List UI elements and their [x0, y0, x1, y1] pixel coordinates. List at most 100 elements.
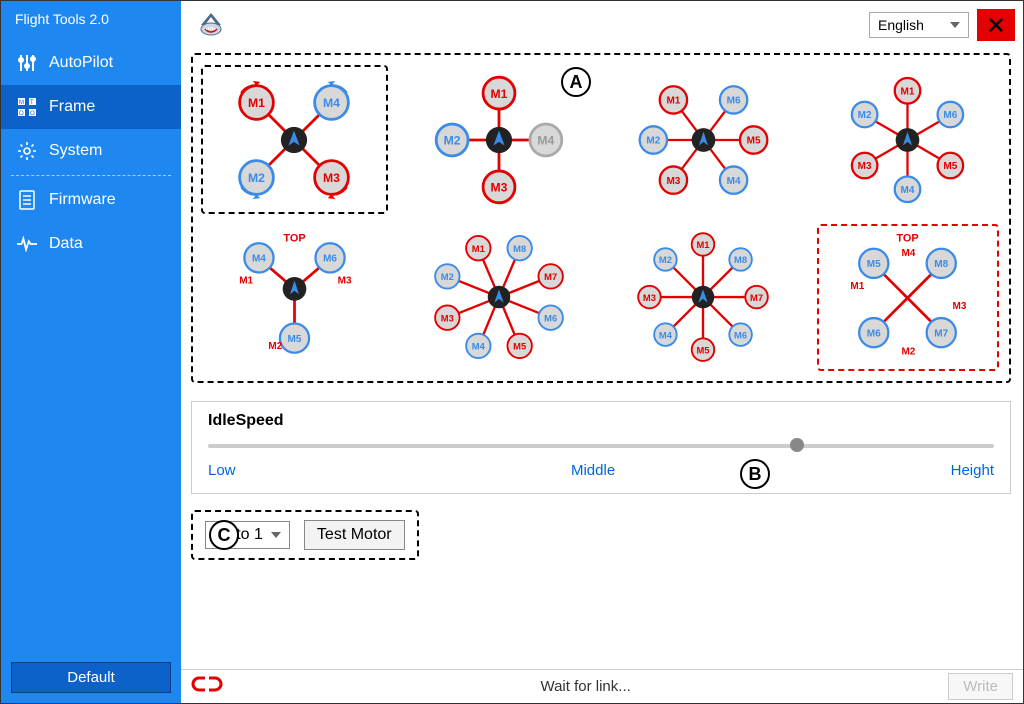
shark-logo-icon — [193, 11, 229, 39]
svg-text:M1: M1 — [472, 243, 485, 254]
sidebar-item-label: Firmware — [49, 191, 116, 209]
gear-icon — [17, 141, 37, 161]
svg-text:M6: M6 — [323, 253, 337, 264]
chevron-down-icon — [950, 22, 960, 28]
svg-text:O: O — [30, 111, 35, 116]
close-icon — [987, 16, 1005, 34]
sidebar-item-data[interactable]: Data — [1, 222, 181, 266]
octo-plus-icon: M1 M2 M8 M3 M7 M4 M6 M5 — [623, 220, 783, 375]
language-value: English — [878, 17, 924, 33]
test-motor-button[interactable]: Test Motor — [304, 520, 405, 550]
idle-high-label: Height — [951, 462, 994, 479]
frame-hex-plus[interactable]: M1 M2 M6 M3 M5 M4 — [813, 63, 1004, 216]
nav-divider — [11, 175, 171, 176]
idle-speed-panel: IdleSpeed Low Middle Height B — [191, 401, 1011, 494]
svg-text:M3: M3 — [490, 180, 507, 194]
svg-text:M4: M4 — [537, 133, 554, 147]
sidebar-item-system[interactable]: System — [1, 129, 181, 173]
language-select[interactable]: English — [869, 12, 969, 38]
svg-text:M8: M8 — [734, 254, 747, 265]
y6-icon: TOP M4 M6 M1 M3 M5 M2 — [217, 223, 372, 373]
svg-text:M3: M3 — [441, 312, 454, 323]
frame-hex-x[interactable]: M1 M6 M2 M5 M3 M4 — [608, 63, 799, 216]
frame-x8[interactable]: TOP M5 M8 M1M4M3 M6 M7 M2 — [813, 220, 1004, 375]
svg-text:M5: M5 — [287, 333, 301, 344]
sidebar-item-frame[interactable]: MTOO Frame — [1, 85, 181, 129]
status-text: Wait for link... — [233, 678, 938, 695]
idle-low-label: Low — [208, 462, 236, 479]
svg-text:M7: M7 — [544, 271, 557, 282]
sidebar-item-label: AutoPilot — [49, 54, 113, 72]
slider-thumb[interactable] — [790, 438, 804, 452]
svg-text:M1: M1 — [239, 275, 253, 286]
svg-text:T: T — [30, 100, 34, 106]
quad-plus-icon: M1 M2 M4 M3 — [424, 65, 574, 215]
svg-text:M5: M5 — [697, 344, 710, 355]
write-button[interactable]: Write — [948, 673, 1013, 700]
link-icon — [191, 674, 223, 699]
chevron-down-icon — [271, 532, 281, 538]
motor-test-box: Moto 1 Test Motor C — [191, 510, 419, 560]
svg-text:M1: M1 — [901, 86, 915, 97]
svg-text:M4: M4 — [472, 341, 486, 352]
marker-b: B — [740, 459, 770, 489]
idle-slider[interactable] — [208, 442, 994, 450]
idle-title: IdleSpeed — [208, 412, 994, 430]
hex-x-icon: M1 M6 M2 M5 M3 M4 — [626, 65, 781, 215]
pulse-icon — [17, 234, 37, 254]
header: English — [181, 1, 1023, 49]
sidebar: Flight Tools 2.0 AutoPilot MTOO Frame Sy… — [1, 1, 181, 703]
frame-quad-x[interactable]: M1 M4 M2 M3 — [199, 63, 390, 216]
sidebar-item-firmware[interactable]: Firmware — [1, 178, 181, 222]
sliders-icon — [17, 53, 37, 73]
idle-middle-label: Middle — [571, 462, 615, 479]
frame-octo-x[interactable]: M1 M8 M2 M7 M3 M6 M4 M5 — [404, 220, 595, 375]
svg-text:M2: M2 — [441, 271, 454, 282]
svg-text:M2: M2 — [443, 133, 460, 147]
svg-text:M6: M6 — [944, 110, 958, 121]
svg-text:M: M — [19, 100, 24, 106]
svg-text:M1: M1 — [666, 95, 680, 106]
svg-text:M3: M3 — [643, 292, 656, 303]
frame-octo-plus[interactable]: M1 M2 M8 M3 M7 M4 M6 M5 — [608, 220, 799, 375]
frame-quad-plus[interactable]: M1 M2 M4 M3 — [404, 63, 595, 216]
app-title: Flight Tools 2.0 — [1, 1, 181, 41]
main-area: 的参数控制飞行器 (分别控制飞行器的 (在飞行器不抖动的 度, 数值越大姿态 度… — [181, 1, 1023, 703]
marker-c: C — [209, 520, 239, 550]
svg-text:M2: M2 — [268, 341, 282, 352]
svg-text:M5: M5 — [746, 135, 760, 146]
hex-plus-icon: M1 M2 M6 M3 M5 M4 — [830, 65, 985, 215]
svg-text:M6: M6 — [734, 329, 747, 340]
svg-text:M4: M4 — [252, 253, 266, 264]
svg-text:TOP: TOP — [283, 232, 305, 244]
svg-text:M3: M3 — [858, 161, 872, 172]
default-button[interactable]: Default — [11, 662, 171, 693]
sidebar-item-label: Frame — [49, 98, 95, 116]
svg-text:M4: M4 — [901, 184, 915, 195]
svg-text:M3: M3 — [666, 175, 680, 186]
frame-y6[interactable]: TOP M4 M6 M1 M3 M5 M2 — [199, 220, 390, 375]
svg-text:M4: M4 — [659, 329, 673, 340]
svg-text:M7: M7 — [750, 292, 763, 303]
svg-text:M5: M5 — [513, 341, 526, 352]
svg-text:M1: M1 — [490, 86, 507, 100]
svg-text:M3: M3 — [337, 275, 351, 286]
svg-text:O: O — [19, 111, 24, 116]
svg-text:M6: M6 — [726, 95, 740, 106]
sidebar-item-autopilot[interactable]: AutoPilot — [1, 41, 181, 85]
sidebar-item-label: Data — [49, 235, 83, 253]
octo-x-icon: M1 M8 M2 M7 M3 M6 M4 M5 — [419, 220, 579, 375]
sidebar-item-label: System — [49, 142, 102, 160]
frame-selection-box: M1 M4 M2 M3 M1 — [191, 53, 1011, 383]
svg-text:M2: M2 — [646, 135, 660, 146]
svg-text:M5: M5 — [944, 161, 958, 172]
svg-text:M2: M2 — [858, 110, 872, 121]
svg-text:M6: M6 — [544, 312, 557, 323]
svg-text:M8: M8 — [513, 243, 526, 254]
close-button[interactable] — [977, 9, 1015, 41]
svg-text:M2: M2 — [659, 254, 672, 265]
svg-text:M4: M4 — [726, 175, 740, 186]
document-icon — [17, 190, 37, 210]
grid-icon: MTOO — [17, 97, 37, 117]
status-bar: Wait for link... Write — [181, 669, 1023, 703]
